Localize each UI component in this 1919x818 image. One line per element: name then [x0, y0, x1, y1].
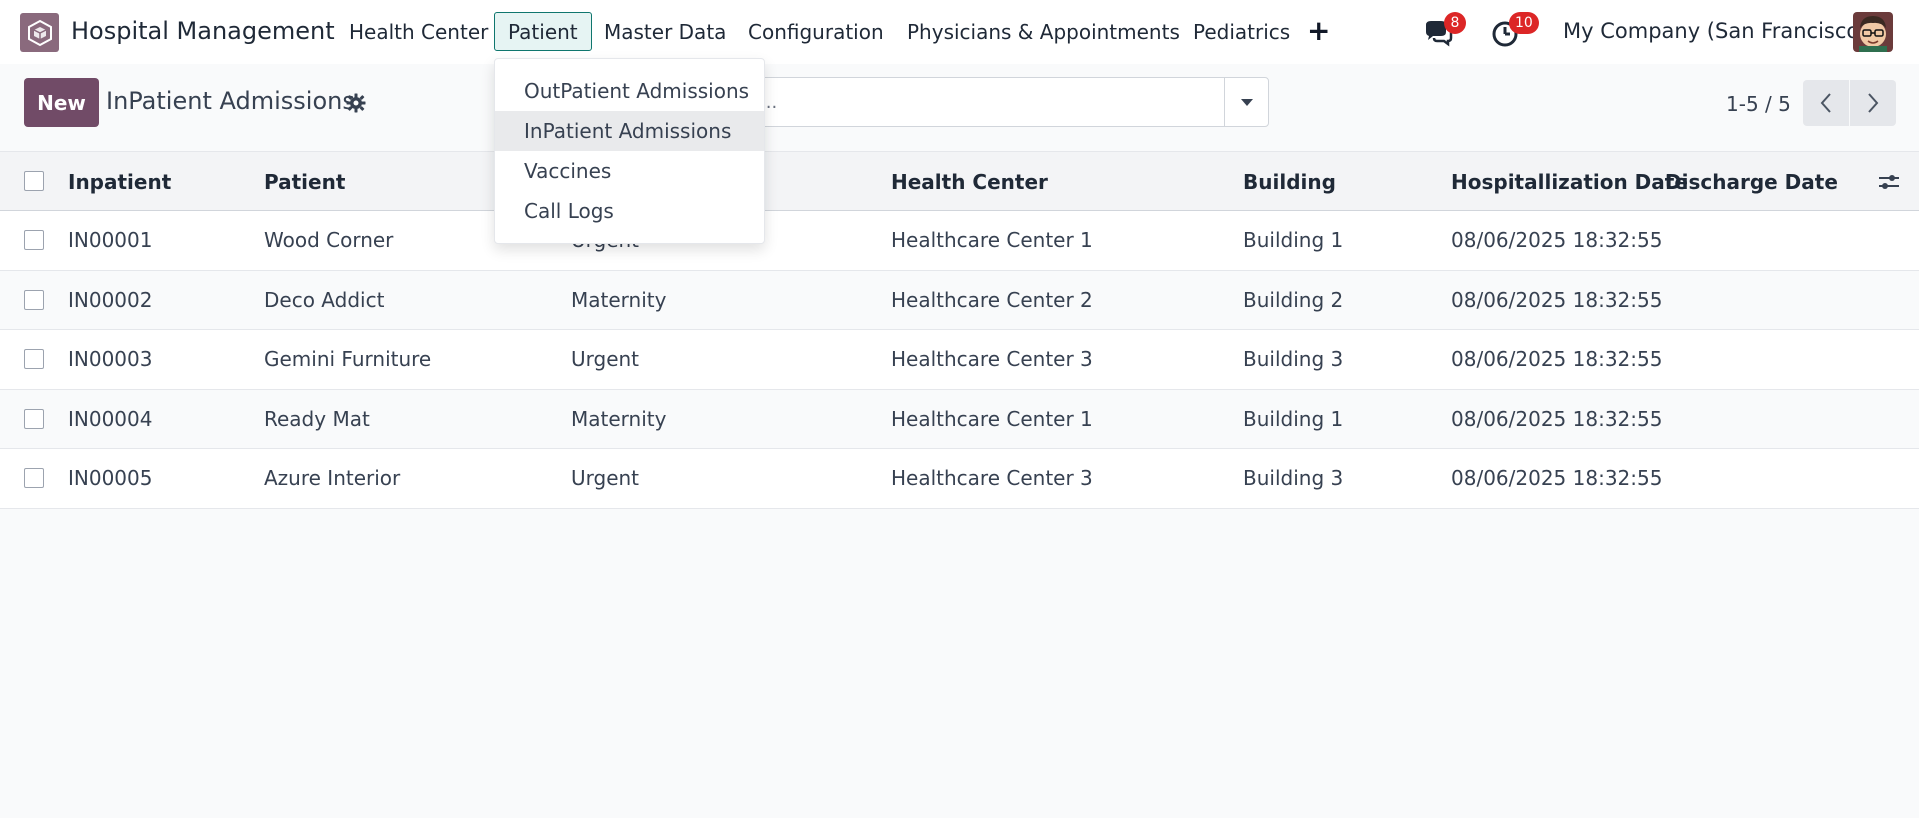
menu-master-data[interactable]: Master Data: [590, 12, 740, 51]
menu-patient[interactable]: Patient: [494, 12, 592, 51]
caret-down-icon: [1240, 99, 1253, 106]
add-menu-icon[interactable]: +: [1307, 17, 1330, 45]
column-header-patient[interactable]: Patient: [264, 170, 345, 194]
cell-hospitalization-date: 08/06/2025 18:32:55: [1451, 347, 1663, 371]
cell-patient: Wood Corner: [264, 228, 394, 252]
cell-health-center: Healthcare Center 3: [891, 466, 1093, 490]
cell-type: Maternity: [571, 406, 667, 431]
gear-icon[interactable]: [345, 92, 367, 114]
cell-hospitalization-date: 08/06/2025 18:32:55: [1451, 406, 1663, 431]
admissions-table: Inpatient Patient Health Center Building…: [0, 151, 1919, 509]
dropdown-item-call-logs[interactable]: Call Logs: [495, 191, 764, 231]
row-checkbox[interactable]: [24, 230, 44, 250]
column-header-hospitalization-date[interactable]: Hospitallization Date: [1451, 170, 1688, 194]
activities-count-badge: 10: [1509, 12, 1539, 34]
pager-value[interactable]: 1-5 / 5: [1726, 92, 1791, 116]
cell-inpatient: IN00001: [68, 228, 153, 252]
app-logo-icon[interactable]: [20, 13, 59, 52]
row-checkbox[interactable]: [24, 349, 44, 369]
cell-building: Building 3: [1243, 466, 1344, 490]
page-title[interactable]: InPatient Admissions: [106, 87, 355, 115]
user-avatar[interactable]: [1853, 12, 1893, 52]
row-checkbox[interactable]: [24, 468, 44, 488]
cell-health-center: Healthcare Center 1: [891, 228, 1093, 252]
cell-hospitalization-date: 08/06/2025 18:32:55: [1451, 228, 1663, 252]
cell-health-center: Healthcare Center 1: [891, 406, 1093, 431]
column-header-health-center[interactable]: Health Center: [891, 170, 1048, 194]
cell-hospitalization-date: 08/06/2025 18:32:55: [1451, 466, 1663, 490]
menu-pediatrics[interactable]: Pediatrics: [1179, 12, 1304, 51]
table-row[interactable]: IN00003 Gemini Furniture Urgent Healthca…: [0, 330, 1919, 390]
cell-hospitalization-date: 08/06/2025 18:32:55: [1451, 287, 1663, 312]
table-row[interactable]: IN00005 Azure Interior Urgent Healthcare…: [0, 449, 1919, 509]
table-header: Inpatient Patient Health Center Building…: [0, 151, 1919, 211]
column-header-inpatient[interactable]: Inpatient: [68, 170, 171, 194]
search-input[interactable]: [760, 78, 1210, 126]
cell-health-center: Healthcare Center 2: [891, 287, 1093, 312]
search-options-toggle[interactable]: [1224, 78, 1268, 126]
company-switcher[interactable]: My Company (San Francisco): [1563, 19, 1867, 43]
dropdown-item-outpatient-admissions[interactable]: OutPatient Admissions: [495, 71, 764, 111]
chevron-right-icon: [1868, 93, 1879, 113]
table-row[interactable]: IN00001 Wood Corner Urgent Healthcare Ce…: [0, 211, 1919, 271]
row-checkbox[interactable]: [24, 289, 44, 310]
cell-type: Urgent: [571, 466, 640, 490]
search-bar: [745, 77, 1269, 127]
top-navbar: Hospital Management Health Center Patien…: [0, 0, 1919, 64]
chevron-left-icon: [1820, 93, 1831, 113]
cell-type: Maternity: [571, 287, 667, 312]
table-row[interactable]: IN00004 Ready Mat Maternity Healthcare C…: [0, 389, 1919, 449]
pager-previous-button[interactable]: [1803, 80, 1849, 126]
column-header-building[interactable]: Building: [1243, 170, 1336, 194]
pager-next-button[interactable]: [1850, 80, 1896, 126]
row-checkbox[interactable]: [24, 408, 44, 429]
cell-inpatient: IN00005: [68, 466, 153, 490]
dropdown-item-vaccines[interactable]: Vaccines: [495, 151, 764, 191]
cell-building: Building 2: [1243, 287, 1344, 312]
menu-configuration[interactable]: Configuration: [734, 12, 898, 51]
optional-columns-sliders-icon[interactable]: [1877, 170, 1901, 194]
dropdown-item-inpatient-admissions[interactable]: InPatient Admissions: [495, 111, 764, 151]
cell-inpatient: IN00004: [68, 406, 153, 431]
cell-health-center: Healthcare Center 3: [891, 347, 1093, 371]
cell-patient: Azure Interior: [264, 466, 401, 490]
column-header-discharge-date[interactable]: Discharge Date: [1665, 170, 1838, 194]
app-name[interactable]: Hospital Management: [71, 17, 335, 45]
messages-count-badge: 8: [1444, 12, 1466, 34]
cell-building: Building 1: [1243, 406, 1344, 431]
table-row[interactable]: IN00002 Deco Addict Maternity Healthcare…: [0, 270, 1919, 330]
cell-type: Urgent: [571, 347, 640, 371]
menu-health-center[interactable]: Health Center: [335, 12, 502, 51]
new-button[interactable]: New: [24, 78, 99, 127]
cell-inpatient: IN00002: [68, 287, 153, 312]
cell-building: Building 3: [1243, 347, 1344, 371]
select-all-checkbox[interactable]: [24, 171, 44, 191]
cell-inpatient: IN00003: [68, 347, 153, 371]
cell-patient: Gemini Furniture: [264, 347, 432, 371]
cell-building: Building 1: [1243, 228, 1344, 252]
menu-physicians-appointments[interactable]: Physicians & Appointments: [893, 12, 1194, 51]
cell-patient: Ready Mat: [264, 406, 370, 431]
cell-patient: Deco Addict: [264, 287, 385, 312]
patient-menu-dropdown: OutPatient Admissions InPatient Admissio…: [494, 58, 765, 244]
